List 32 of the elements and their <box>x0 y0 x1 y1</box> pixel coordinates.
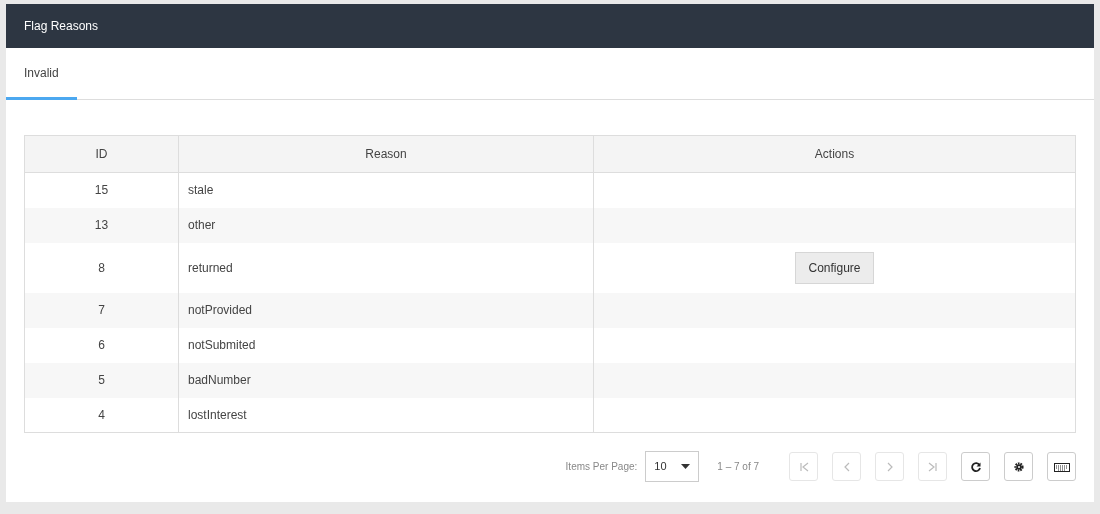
table-cell: 15 <box>24 172 179 208</box>
table-cell: 7 <box>24 292 179 328</box>
table-cell: 6 <box>24 327 179 363</box>
refresh-button[interactable] <box>961 452 990 481</box>
caret-icon <box>681 464 691 469</box>
table-cell: returned <box>178 242 594 293</box>
settings-button[interactable] <box>1004 452 1033 481</box>
settings-icon <box>1012 460 1025 473</box>
table-cell: 5 <box>24 362 179 398</box>
configure-button[interactable]: Configure <box>795 251 874 284</box>
first-page-icon <box>797 460 810 473</box>
page-title: Flag Reasons <box>24 18 99 35</box>
table-cell: notSubmited <box>178 327 594 363</box>
table-cell: stale <box>178 172 594 208</box>
table-cell: 4 <box>24 397 179 433</box>
page-size-select[interactable]: 10 <box>645 451 700 482</box>
table-cell: notProvided <box>178 292 594 328</box>
items-per-page-label: Items Per Page: <box>565 460 638 474</box>
last-page-icon <box>926 460 939 473</box>
column-header: Actions <box>593 135 1076 173</box>
table-cell: 8 <box>24 242 179 293</box>
keyboard-button[interactable] <box>1047 452 1076 481</box>
table-cell: other <box>178 207 594 243</box>
column-header: ID <box>24 135 179 173</box>
column-header: Reason <box>178 135 594 173</box>
table-cell: lostInterest <box>178 397 594 433</box>
refresh-icon <box>969 460 982 473</box>
keyboard-icon <box>1053 460 1070 473</box>
page-range: 1 – 7 of 7 <box>717 460 759 474</box>
table-cell: 13 <box>24 207 179 243</box>
table-cell: badNumber <box>178 362 594 398</box>
tab[interactable]: Invalid <box>6 48 77 100</box>
